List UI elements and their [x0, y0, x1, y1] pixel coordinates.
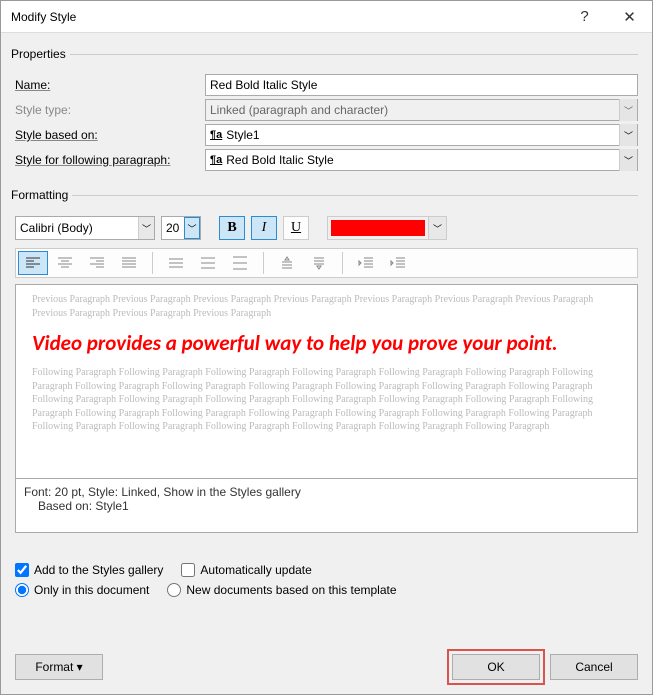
sample-text: Video provides a powerful way to help yo…	[32, 330, 621, 356]
help-button[interactable]: ?	[562, 1, 607, 33]
new-docs-radio[interactable]: New documents based on this template	[167, 583, 396, 597]
align-center-button[interactable]	[50, 251, 80, 275]
pilcrow-icon: ¶a	[210, 154, 222, 166]
following-value: Red Bold Italic Style	[226, 153, 333, 167]
formatting-legend: Formatting	[11, 188, 72, 202]
prev-paragraph-text: Previous Paragraph Previous Paragraph Pr…	[32, 293, 621, 320]
only-doc-input[interactable]	[15, 583, 29, 597]
bold-button[interactable]: B	[219, 216, 245, 240]
close-button[interactable]: ✕	[607, 1, 652, 33]
add-to-gallery-input[interactable]	[15, 563, 29, 577]
style-type-label: Style type:	[15, 103, 205, 117]
color-swatch	[331, 220, 425, 236]
align-left-button[interactable]	[18, 251, 48, 275]
align-right-button[interactable]	[82, 251, 112, 275]
preview-pane: Previous Paragraph Previous Paragraph Pr…	[15, 284, 638, 479]
new-docs-input[interactable]	[167, 583, 181, 597]
new-docs-label: New documents based on this template	[186, 583, 396, 597]
properties-legend: Properties	[11, 47, 70, 61]
align-justify-button[interactable]	[114, 251, 144, 275]
window-title: Modify Style	[11, 10, 76, 24]
space-before-up-button[interactable]	[272, 251, 302, 275]
based-on-combo[interactable]: ¶a Style1 ﹀	[205, 124, 638, 146]
auto-update-input[interactable]	[181, 563, 195, 577]
indent-increase-button[interactable]	[383, 251, 413, 275]
desc-line2: Based on: Style1	[24, 499, 629, 513]
italic-button[interactable]: I	[251, 216, 277, 240]
auto-update-label: Automatically update	[200, 563, 311, 577]
underline-button[interactable]: U	[283, 216, 309, 240]
font-value: Calibri (Body)	[20, 221, 93, 235]
following-label: Style for following paragraph:	[15, 153, 205, 167]
only-doc-label: Only in this document	[34, 583, 149, 597]
following-combo[interactable]: ¶a Red Bold Italic Style ﹀	[205, 149, 638, 171]
chevron-down-icon[interactable]: ﹀	[428, 217, 446, 239]
only-doc-radio[interactable]: Only in this document	[15, 583, 149, 597]
formatting-group: Formatting Calibri (Body) ﹀ 20 ﹀ B I U ﹀	[15, 188, 638, 533]
pilcrow-icon: ¶a	[210, 129, 222, 141]
based-on-value: Style1	[226, 128, 259, 142]
name-input[interactable]	[205, 74, 638, 96]
desc-line1: Font: 20 pt, Style: Linked, Show in the …	[24, 485, 629, 499]
style-description: Font: 20 pt, Style: Linked, Show in the …	[15, 479, 638, 533]
next-paragraph-text: Following Paragraph Following Paragraph …	[32, 366, 621, 434]
spacing-1-button[interactable]	[161, 251, 191, 275]
titlebar: Modify Style ? ✕	[1, 1, 652, 33]
size-value: 20	[166, 221, 179, 235]
options-area: Add to the Styles gallery Automatically …	[15, 557, 638, 603]
style-type-value: Linked (paragraph and character)	[210, 103, 388, 117]
based-on-label: Style based on:	[15, 128, 205, 142]
add-to-gallery-checkbox[interactable]: Add to the Styles gallery	[15, 563, 163, 577]
spacing-15-button[interactable]	[193, 251, 223, 275]
ok-button[interactable]: OK	[452, 654, 540, 680]
modify-style-dialog: Modify Style ? ✕ Properties Name: Style …	[0, 0, 653, 695]
chevron-down-icon[interactable]: ﹀	[184, 217, 200, 239]
chevron-down-icon: ﹀	[619, 99, 637, 121]
add-to-gallery-label: Add to the Styles gallery	[34, 563, 163, 577]
auto-update-checkbox[interactable]: Automatically update	[181, 563, 311, 577]
paragraph-toolbar	[15, 248, 638, 278]
spacing-2-button[interactable]	[225, 251, 255, 275]
chevron-down-icon[interactable]: ﹀	[619, 124, 637, 146]
cancel-button[interactable]: Cancel	[550, 654, 638, 680]
name-label: Name:	[15, 78, 205, 92]
format-button[interactable]: Format ▾	[15, 654, 103, 680]
space-before-down-button[interactable]	[304, 251, 334, 275]
font-color-picker[interactable]: ﹀	[327, 216, 447, 240]
chevron-down-icon[interactable]: ﹀	[138, 217, 154, 239]
properties-group: Properties Name: Style type: Linked (par…	[15, 47, 638, 174]
chevron-down-icon[interactable]: ﹀	[619, 149, 637, 171]
font-combo[interactable]: Calibri (Body) ﹀	[15, 216, 155, 240]
size-combo[interactable]: 20 ﹀	[161, 216, 201, 240]
indent-decrease-button[interactable]	[351, 251, 381, 275]
style-type-combo: Linked (paragraph and character) ﹀	[205, 99, 638, 121]
